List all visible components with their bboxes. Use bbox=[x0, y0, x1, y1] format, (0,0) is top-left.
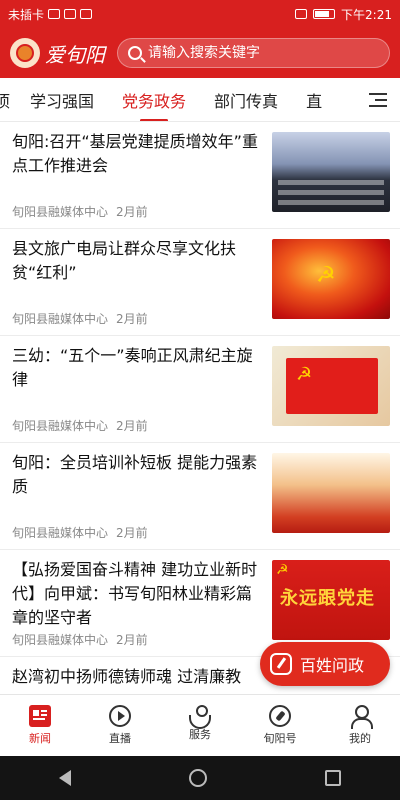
news-source: 旬阳县融媒体中心 bbox=[12, 526, 109, 540]
list-item[interactable]: 旬阳：全员培训补短板 提能力强素质 旬阳县融媒体中心 2月前 bbox=[0, 443, 400, 550]
news-thumbnail: ☭ 永远跟党走 bbox=[272, 560, 390, 640]
news-time: 2月前 bbox=[116, 312, 148, 326]
thumbnail-banner-text: 永远跟党走 bbox=[280, 588, 375, 609]
play-icon bbox=[109, 705, 131, 727]
nav-label: 直播 bbox=[109, 732, 131, 745]
news-meta: 旬阳县融媒体中心 2月前 bbox=[12, 203, 148, 220]
home-icon[interactable] bbox=[189, 769, 207, 787]
nav-xunyang-hao[interactable]: 旬阳号 bbox=[240, 695, 320, 756]
bottom-nav: 新闻 直播 服务 旬阳号 我的 bbox=[0, 694, 400, 756]
news-title: 三幼：“五个一”奏响正风肃纪主旋律 bbox=[12, 346, 253, 389]
news-meta: 旬阳县融媒体中心 2月前 bbox=[12, 310, 148, 327]
status-right: 下午2:21 bbox=[295, 6, 392, 23]
news-source: 旬阳县融媒体中心 bbox=[12, 633, 109, 647]
news-time: 2月前 bbox=[116, 526, 148, 540]
search-box[interactable] bbox=[117, 38, 390, 68]
pen-icon bbox=[270, 653, 292, 675]
nav-live[interactable]: 直播 bbox=[80, 695, 160, 756]
news-title: 县文旅广电局让群众尽享文化扶贫“红利” bbox=[12, 239, 237, 282]
party-emblem-icon: ☭ bbox=[276, 562, 289, 578]
citizen-inquiry-label: 百姓问政 bbox=[300, 656, 365, 675]
notification-icon bbox=[64, 9, 77, 19]
party-emblem-icon: ☭ bbox=[316, 263, 336, 288]
search-input[interactable] bbox=[148, 45, 379, 61]
news-source: 旬阳县融媒体中心 bbox=[12, 205, 109, 219]
news-thumbnail: ☭ bbox=[272, 239, 390, 319]
news-icon bbox=[29, 705, 51, 727]
search-icon bbox=[128, 46, 142, 60]
news-source: 旬阳县融媒体中心 bbox=[12, 419, 109, 433]
battery-icon bbox=[313, 9, 336, 19]
app-logo[interactable]: 爱旬阳 bbox=[10, 38, 105, 68]
news-thumbnail bbox=[272, 453, 390, 533]
nav-me[interactable]: 我的 bbox=[320, 695, 400, 756]
news-thumbnail: ☭ bbox=[272, 346, 390, 426]
logo-icon bbox=[10, 38, 40, 68]
news-meta: 旬阳县融媒体中心 2月前 bbox=[12, 417, 148, 434]
nav-label: 旬阳号 bbox=[263, 732, 297, 745]
news-time: 2月前 bbox=[116, 419, 148, 433]
nav-label: 我的 bbox=[349, 732, 371, 745]
app-root: 未插卡 下午2:21 爱旬阳 项 学习强国 党务政务 部门传真 直 旬阳:召开 bbox=[0, 0, 400, 800]
tab-party-affairs[interactable]: 党务政务 bbox=[108, 78, 200, 121]
user-icon bbox=[349, 705, 373, 729]
news-title: 【弘扬爱国奋斗精神 建功立业新时代】向甲斌：书写旬阳林业精彩篇章的坚守者 bbox=[12, 560, 258, 627]
nav-label: 新闻 bbox=[29, 732, 51, 745]
list-item[interactable]: 旬阳:召开“基层党建提质增效年”重点工作推进会 旬阳县融媒体中心 2月前 bbox=[0, 122, 400, 229]
news-time: 2月前 bbox=[116, 205, 148, 219]
tab-partial-left[interactable]: 项 bbox=[0, 78, 16, 121]
list-item[interactable]: 【弘扬爱国奋斗精神 建功立业新时代】向甲斌：书写旬阳林业精彩篇章的坚守者 旬阳县… bbox=[0, 550, 400, 657]
news-thumbnail bbox=[272, 132, 390, 212]
nav-news[interactable]: 新闻 bbox=[0, 695, 80, 756]
sim-icon bbox=[48, 9, 61, 19]
app-notification-icon bbox=[80, 9, 93, 19]
recent-apps-icon[interactable] bbox=[325, 770, 341, 786]
compass-icon bbox=[269, 705, 291, 727]
news-meta: 旬阳县融媒体中心 2月前 bbox=[12, 631, 148, 648]
tab-department-fax[interactable]: 部门传真 bbox=[200, 78, 292, 121]
tab-xuexi-qiangguo[interactable]: 学习强国 bbox=[16, 78, 108, 121]
news-title: 旬阳：全员培训补短板 提能力强素质 bbox=[12, 453, 258, 496]
list-item[interactable]: 县文旅广电局让群众尽享文化扶贫“红利” 旬阳县融媒体中心 2月前 ☭ bbox=[0, 229, 400, 336]
nav-service[interactable]: 服务 bbox=[160, 695, 240, 756]
alarm-icon bbox=[295, 9, 308, 19]
status-left: 未插卡 bbox=[8, 6, 93, 23]
system-nav-bar bbox=[0, 756, 400, 800]
news-list: 旬阳:召开“基层党建提质增效年”重点工作推进会 旬阳县融媒体中心 2月前 县文旅广… bbox=[0, 122, 400, 694]
tab-partial-right[interactable]: 直 bbox=[292, 78, 336, 121]
clock: 下午2:21 bbox=[341, 7, 392, 22]
news-title: 旬阳:召开“基层党建提质增效年”重点工作推进会 bbox=[12, 132, 258, 175]
carrier-text: 未插卡 bbox=[8, 7, 45, 22]
news-source: 旬阳县融媒体中心 bbox=[12, 312, 109, 326]
news-time: 2月前 bbox=[116, 633, 148, 647]
channel-menu-icon[interactable] bbox=[356, 78, 400, 121]
news-meta: 旬阳县融媒体中心 2月前 bbox=[12, 524, 148, 541]
channel-tabs: 项 学习强国 党务政务 部门传真 直 bbox=[0, 78, 400, 122]
app-name: 爱旬阳 bbox=[45, 42, 105, 67]
back-icon[interactable] bbox=[59, 770, 71, 786]
citizen-inquiry-button[interactable]: 百姓问政 bbox=[260, 642, 390, 686]
list-item[interactable]: 三幼：“五个一”奏响正风肃纪主旋律 旬阳县融媒体中心 2月前 ☭ bbox=[0, 336, 400, 443]
status-bar: 未插卡 下午2:21 bbox=[0, 0, 400, 28]
party-flag-icon: ☭ bbox=[286, 358, 378, 414]
app-header: 爱旬阳 bbox=[0, 28, 400, 78]
